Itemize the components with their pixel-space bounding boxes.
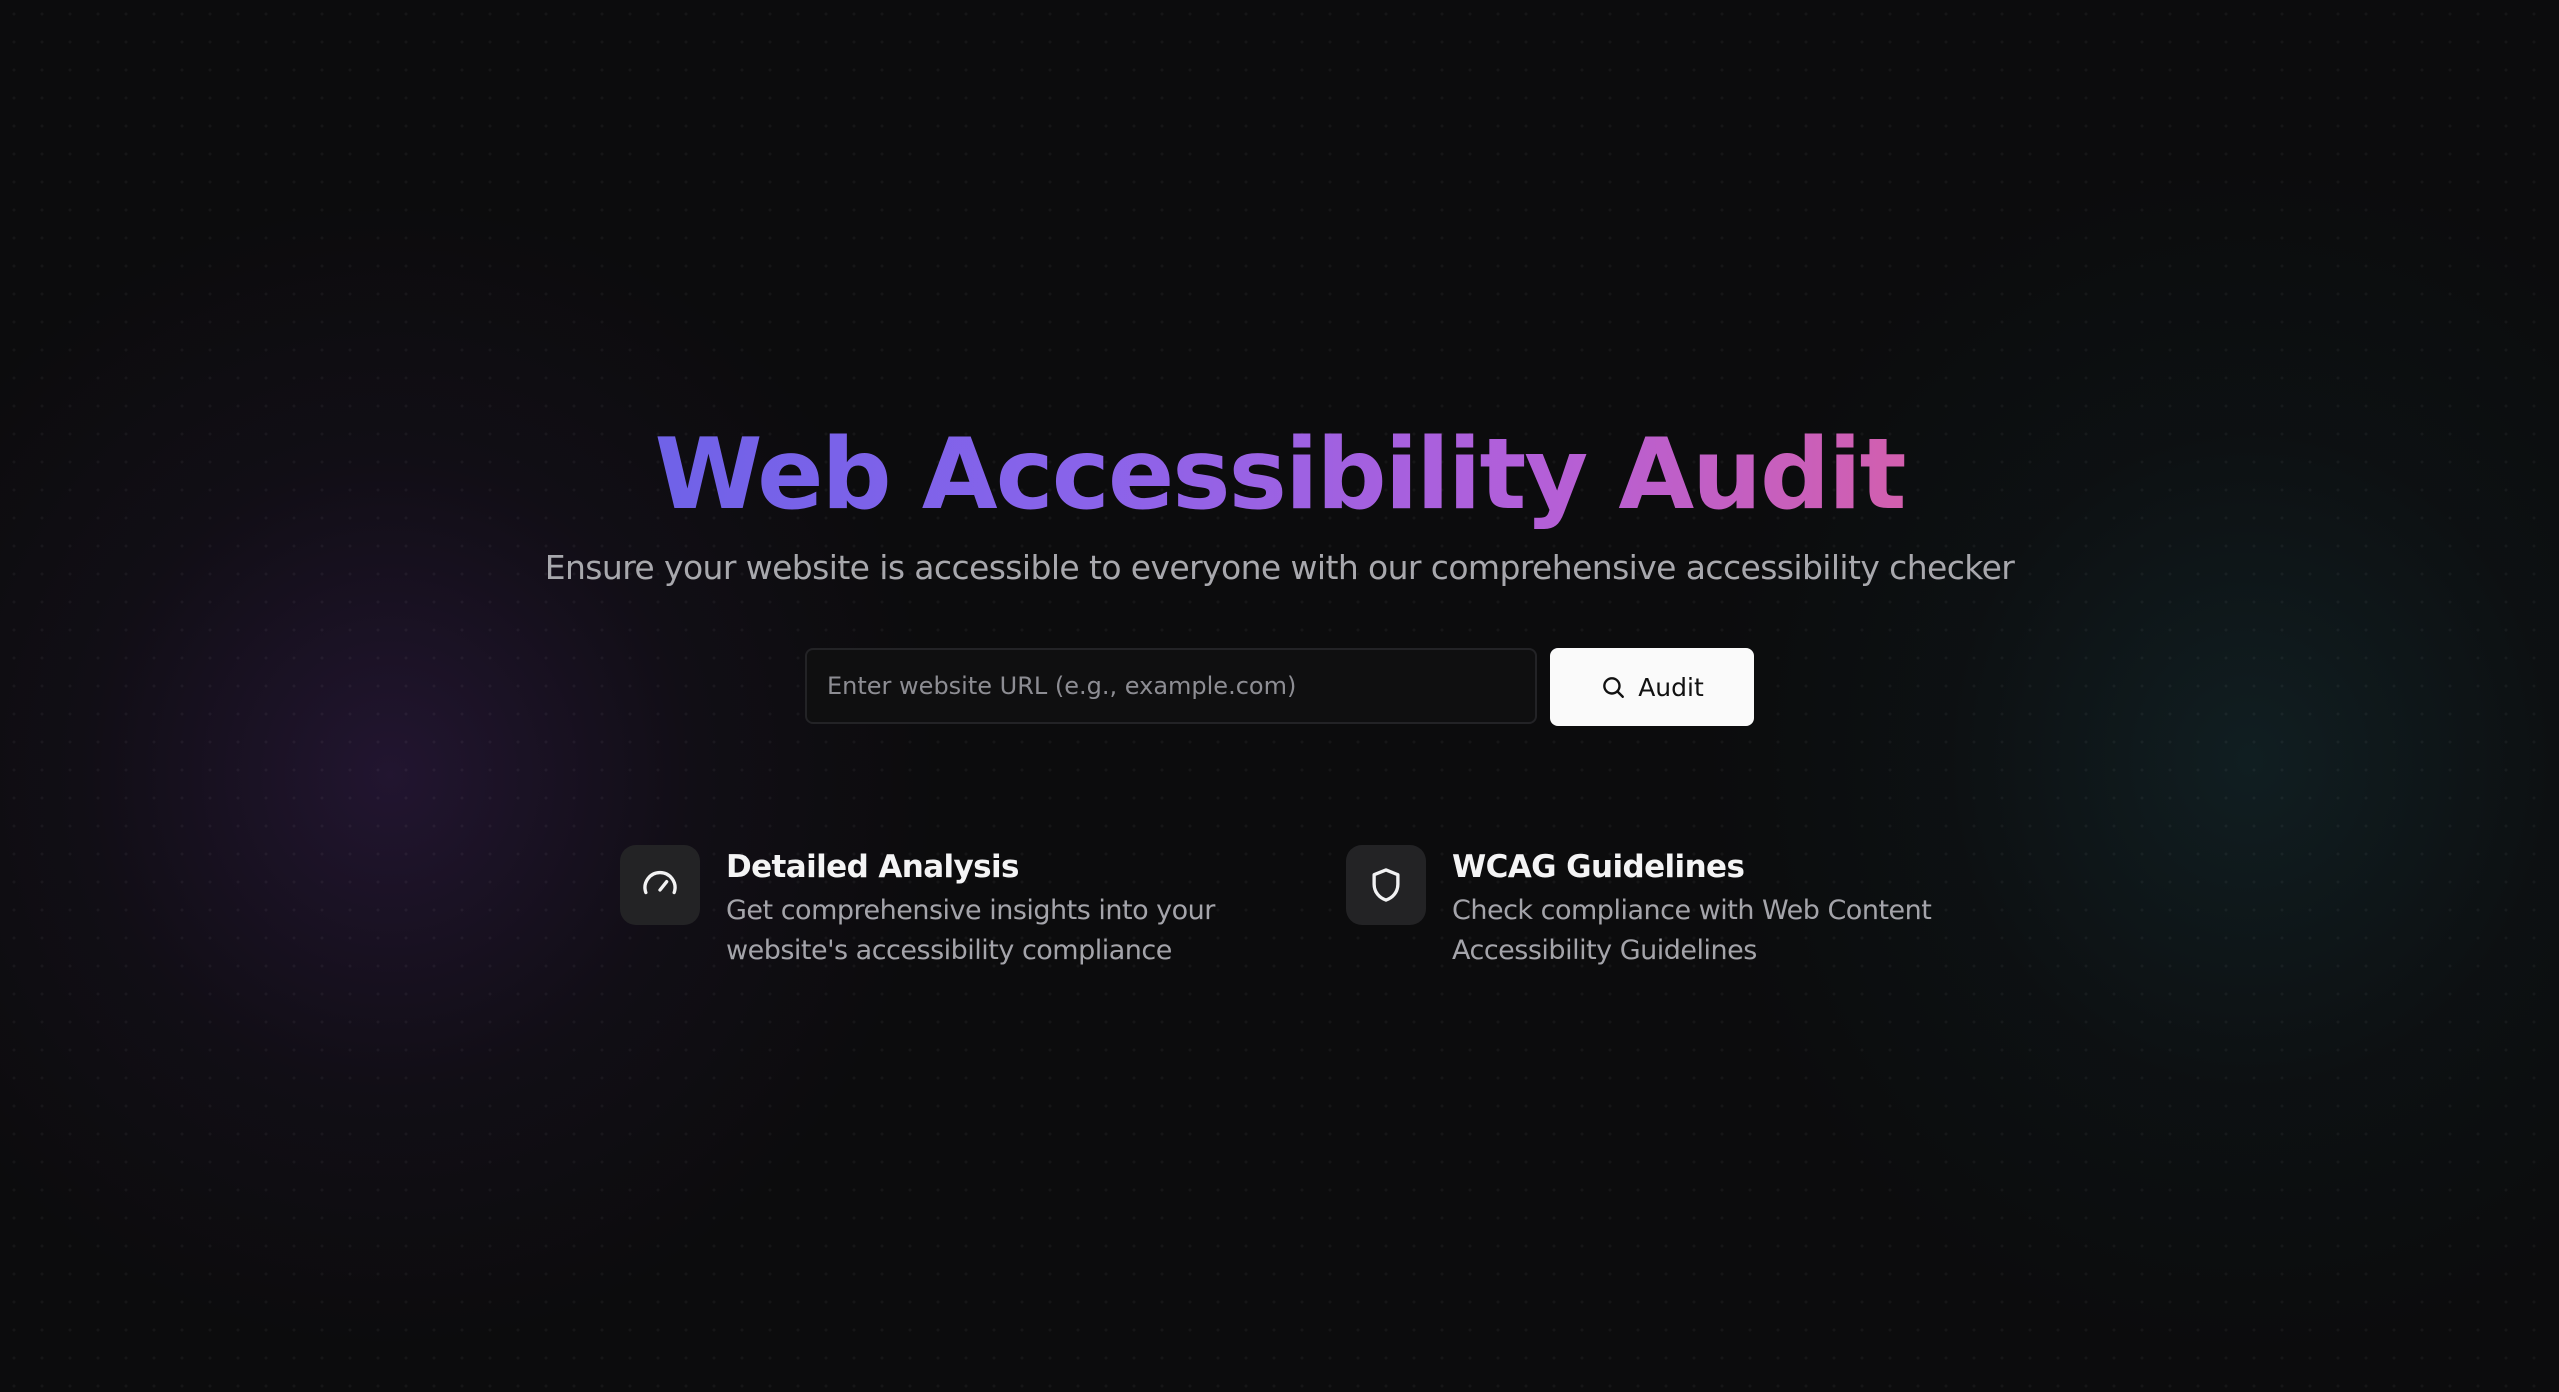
feature-description-line: Get comprehensive insights into your — [726, 895, 1215, 926]
audit-button[interactable]: Audit — [1550, 648, 1754, 726]
shield-icon — [1346, 845, 1426, 925]
page: Web Accessibility Audit Ensure your webs… — [0, 0, 2559, 1392]
feature-detailed-analysis: Detailed Analysis Get comprehensive insi… — [620, 845, 1286, 971]
feature-description-line: Accessibility Guidelines — [1452, 935, 1757, 966]
audit-form: Audit — [805, 648, 1754, 726]
feature-description-line: website's accessibility compliance — [726, 935, 1172, 966]
page-title-text: Web Accessibility Audit — [654, 418, 1906, 532]
feature-wcag-guidelines: WCAG Guidelines Check compliance with We… — [1346, 845, 2012, 971]
gauge-icon — [620, 845, 700, 925]
background-glow-right — [1700, 160, 2559, 1360]
url-input[interactable] — [805, 648, 1537, 724]
search-icon — [1600, 674, 1626, 700]
background-glow-left — [0, 200, 940, 1350]
feature-description: Check compliance with Web Content Access… — [1452, 891, 2012, 971]
feature-title: WCAG Guidelines — [1452, 849, 1745, 885]
audit-button-label: Audit — [1638, 672, 1704, 702]
page-title: Web Accessibility Audit — [0, 410, 2559, 540]
feature-description-line: Check compliance with Web Content — [1452, 895, 1932, 926]
feature-title: Detailed Analysis — [726, 849, 1020, 885]
feature-description: Get comprehensive insights into your web… — [726, 891, 1286, 971]
page-subtitle: Ensure your website is accessible to eve… — [544, 548, 2015, 587]
